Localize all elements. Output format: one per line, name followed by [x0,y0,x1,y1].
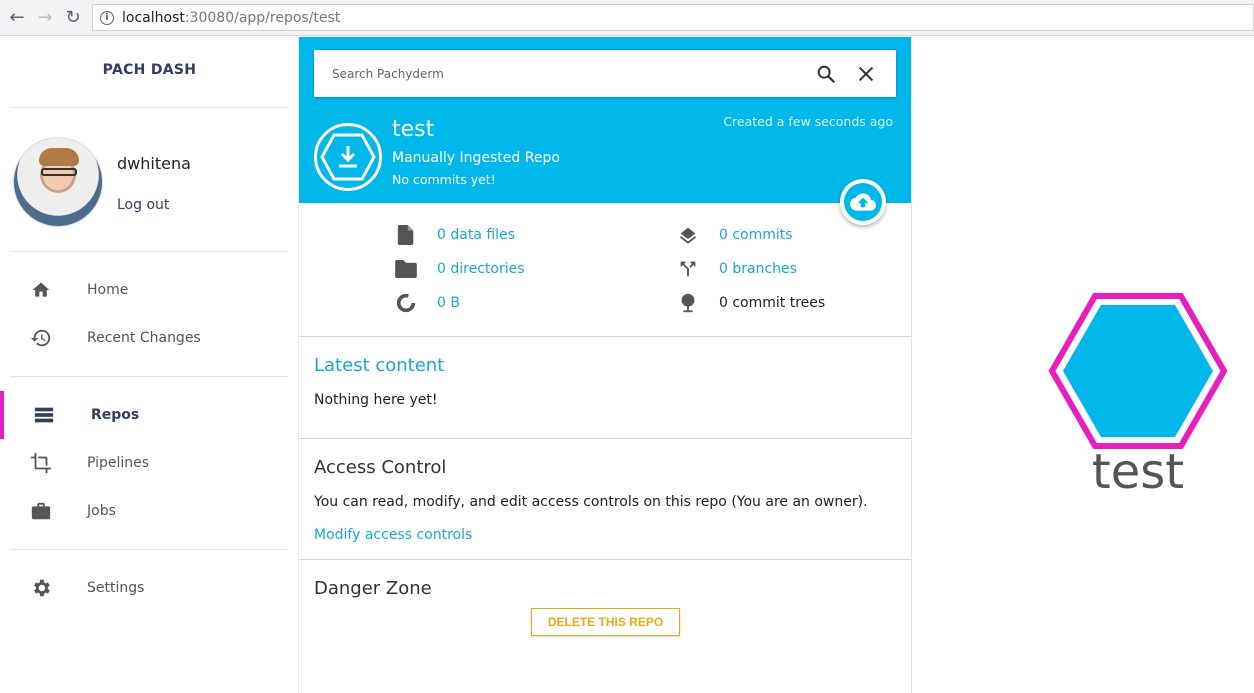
tree-icon [677,292,699,314]
sidebar-item-jobs[interactable]: Jobs [0,491,299,531]
address-bar[interactable]: i localhost:30080/app/repos/test [92,4,1254,31]
divider [299,438,911,439]
repo-commit-status: No commits yet! [392,172,496,187]
upload-button[interactable] [840,179,886,225]
sidebar-item-label: Jobs [87,503,116,519]
briefcase-icon [30,500,52,522]
sidebar: PACH DASH dwhitena Log out Home Recent C… [0,37,299,693]
sidebar-item-label: Pipelines [87,455,150,471]
layers-icon [677,224,699,246]
stat-size: 0 B [395,292,460,314]
cloud-upload-icon [850,193,876,211]
stat-branches: 0 branches [677,258,797,280]
sidebar-item-label: Home [87,282,129,298]
sidebar-item-label: Repos [91,407,140,423]
branch-icon [677,258,699,280]
branches-link[interactable]: 0 branches [719,261,797,277]
download-hexagon-icon [320,133,376,181]
danger-zone-title: Danger Zone [314,578,432,599]
url-text: localhost:30080/app/repos/test [122,9,341,26]
data-files-link[interactable]: 0 data files [437,227,515,243]
divider [10,107,288,108]
divider [299,336,911,337]
access-control-text: You can read, modify, and edit access co… [314,494,868,510]
file-icon [395,224,417,246]
crop-icon [30,452,52,474]
back-arrow-icon[interactable]: ← [6,6,28,28]
sidebar-item-home[interactable]: Home [0,270,299,310]
commits-link[interactable]: 0 commits [719,227,793,243]
latest-content-text: Nothing here yet! [314,392,438,408]
latest-content-title[interactable]: Latest content [314,355,444,376]
home-icon [30,279,52,301]
repo-hexagon[interactable] [1048,293,1228,449]
modify-access-link[interactable]: Modify access controls [314,527,472,543]
size-link[interactable]: 0 B [437,295,460,311]
stat-commits: 0 commits [677,224,793,246]
brand-title[interactable]: PACH DASH [0,62,299,78]
repo-panel: test Manually Ingested Repo No commits y… [299,37,912,693]
sidebar-item-recent-changes[interactable]: Recent Changes [0,318,299,358]
repo-badge [314,123,382,191]
created-timestamp: Created a few seconds ago [723,114,893,129]
delete-repo-button[interactable]: DELETE THIS REPO [531,608,680,636]
sidebar-item-settings[interactable]: Settings [0,568,299,608]
search-input[interactable] [332,66,792,81]
divider [10,549,288,550]
repo-header: test Manually Ingested Repo No commits y… [299,37,911,225]
sidebar-item-label: Settings [87,580,145,596]
sidebar-item-label: Recent Changes [87,330,201,346]
donut-chart-icon [395,292,417,314]
gear-icon [30,577,52,599]
folder-icon [395,258,417,280]
access-control-title: Access Control [314,457,447,478]
forward-arrow-icon[interactable]: → [34,6,56,28]
sidebar-item-repos[interactable]: Repos [0,395,299,435]
repo-hexagon-label: test [1091,444,1185,500]
divider [10,251,288,252]
search-icon[interactable] [815,63,837,85]
stat-commit-trees: 0 commit trees [677,292,825,314]
close-icon[interactable] [855,63,877,85]
list-icon [33,404,55,426]
directories-link[interactable]: 0 directories [437,261,525,277]
history-icon [30,327,52,349]
stat-data-files: 0 data files [395,224,515,246]
search-bar [314,50,896,97]
username: dwhitena [117,154,191,173]
stat-directories: 0 directories [395,258,525,280]
logout-link[interactable]: Log out [117,197,169,213]
avatar [13,137,103,227]
commit-trees-value: 0 commit trees [719,295,826,311]
divider [10,376,288,377]
divider [299,559,911,560]
browser-toolbar: ← → ↻ i localhost:30080/app/repos/test [0,0,1254,36]
sidebar-item-pipelines[interactable]: Pipelines [0,443,299,483]
repo-type: Manually Ingested Repo [392,150,560,166]
reload-icon[interactable]: ↻ [62,6,84,28]
info-icon[interactable]: i [100,10,114,25]
repo-name: test [392,117,435,142]
